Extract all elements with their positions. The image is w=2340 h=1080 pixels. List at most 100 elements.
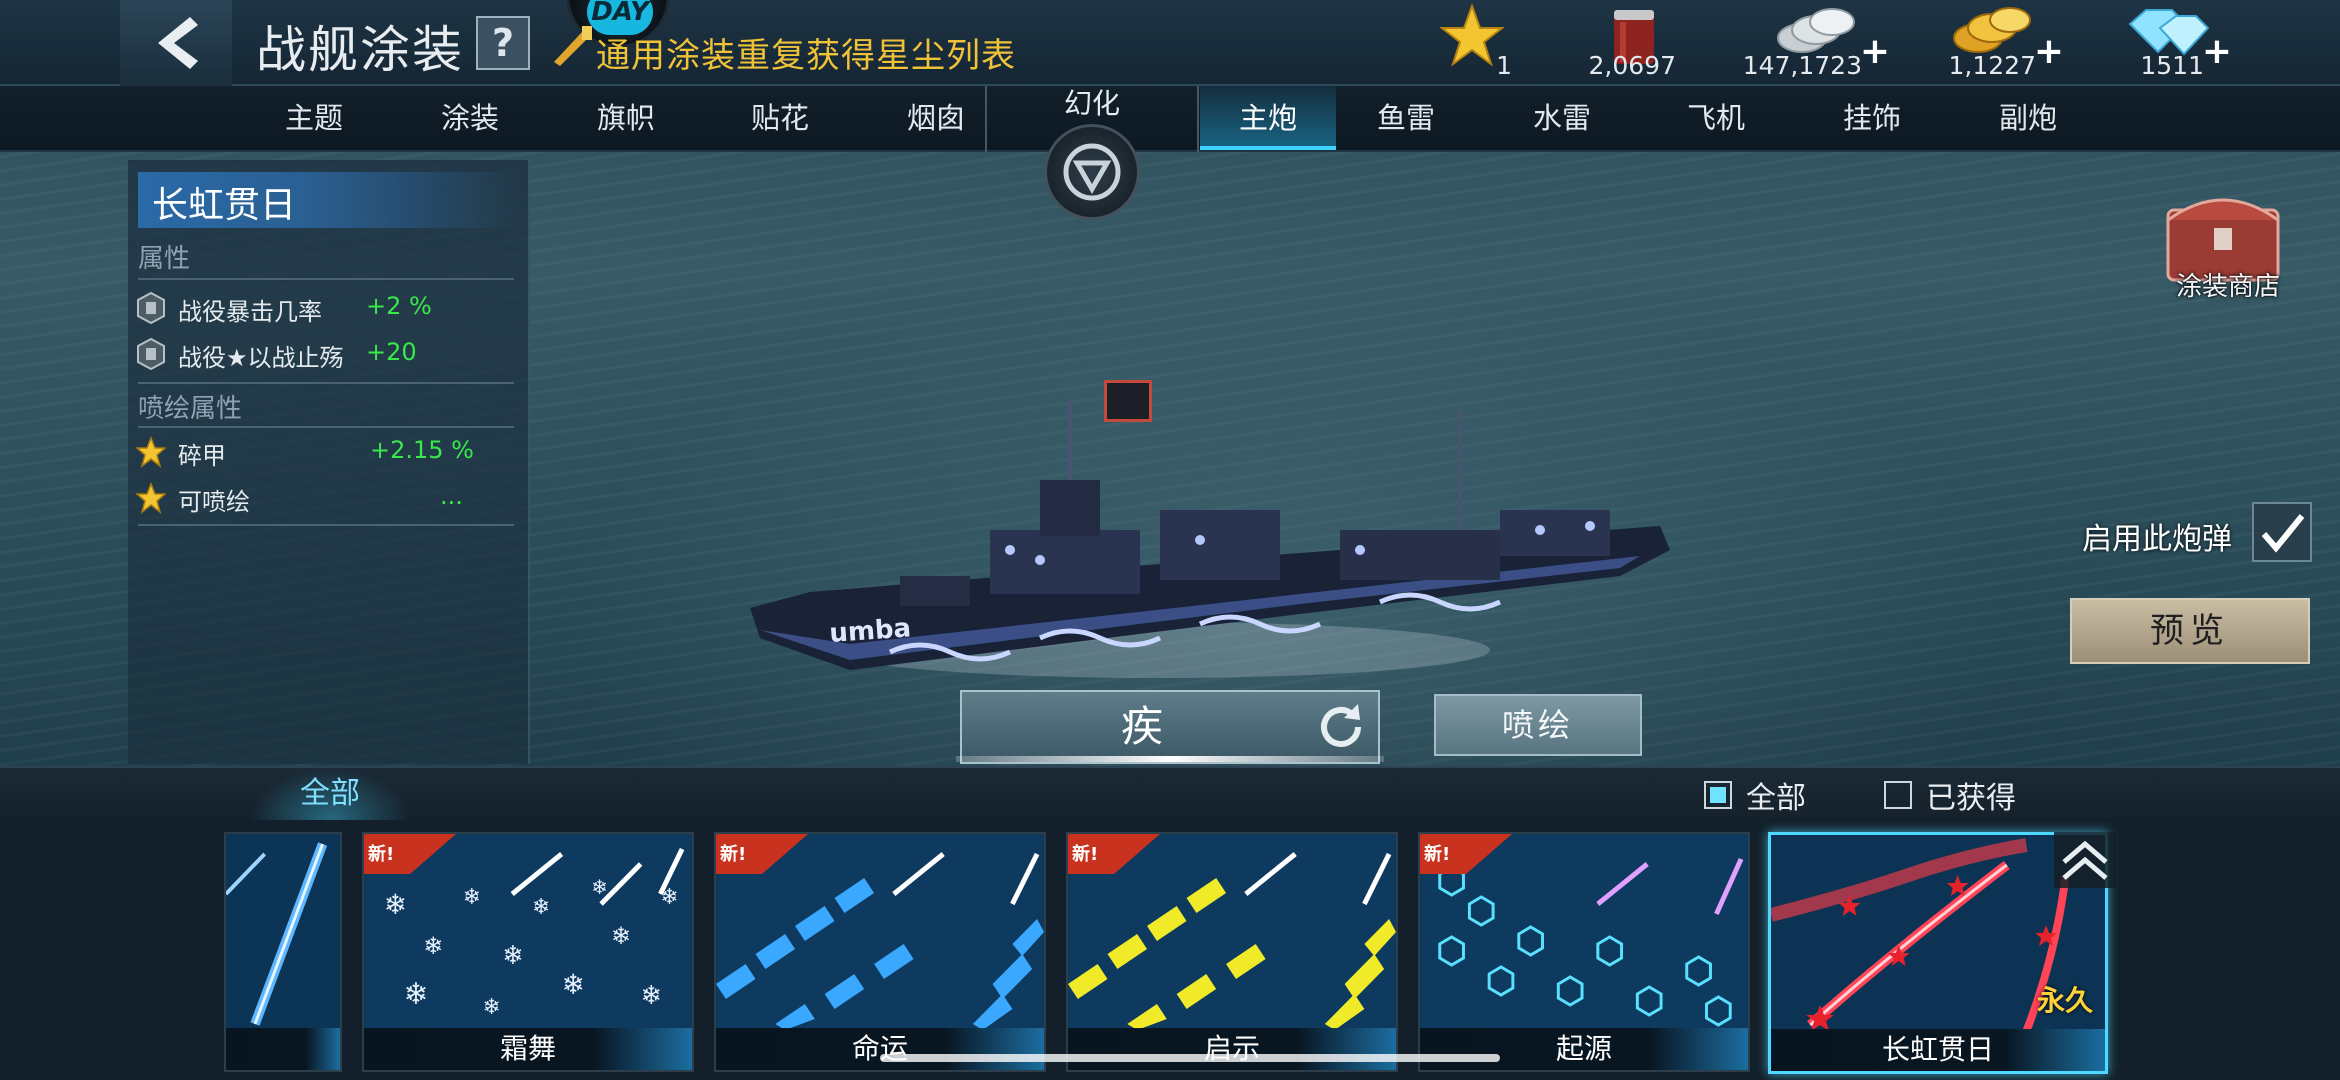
ammo-name: 疾 [1120,702,1163,751]
new-tag-text: 新! [1424,844,1451,865]
transform-button[interactable]: 幻化 [1030,84,1154,220]
filter-owned-checkbox[interactable] [1884,781,1912,809]
star-currency: 1 [1440,0,1512,86]
stardust-notice[interactable]: 通用涂装重复获得星尘列表 [552,26,1016,77]
tab-ornament[interactable]: 挂饰 [1802,86,1942,150]
ammo-panel-glow [956,756,1384,762]
svg-text:❄: ❄ [641,981,663,1011]
skin-card-list: ❄ ❄ ❄ ❄ ❄ ❄ ❄ ❄ ❄ ❄ ❄ ❄ 新! 霜舞 新! 命运 新! 启… [0,832,2340,1080]
svg-text:❄: ❄ [562,968,585,1001]
divider [138,426,514,428]
trumpet-icon [554,26,592,66]
filter-all-checkbox[interactable] [1704,781,1732,809]
preview-button[interactable]: 预览 [2070,598,2310,664]
skin-card[interactable]: 新! 命运 [714,832,1046,1072]
page-title: 战舰涂装 [256,21,464,79]
gold-add-button[interactable]: + [2034,31,2064,72]
stat-name: 碎甲 [178,442,226,470]
tab-paint[interactable]: 涂装 [400,86,540,150]
divider [138,382,514,384]
top-bar: 战舰涂装 ? DAY 通用涂装重复获得星尘列表 1 2,0697 147,172… [0,0,2340,86]
stat-value: +2 % [366,292,432,320]
filter-bar: 全部 全部 已获得 [0,766,2340,820]
skin-card[interactable]: ❄ ❄ ❄ ❄ ❄ ❄ ❄ ❄ ❄ ❄ ❄ ❄ 新! 霜舞 [362,832,694,1072]
skin-list-area: 全部 全部 已获得 ❄ ❄ ❄ ❄ ❄ ❄ ❄ ❄ ❄ ❄ ❄ ❄ 新! 霜舞 … [0,766,2340,1080]
home-indicator[interactable] [880,1054,1500,1062]
filter-owned-label: 已获得 [1926,781,2016,816]
diamond-add-button[interactable]: + [2202,31,2232,72]
tab-decal[interactable]: 贴花 [710,86,850,150]
gold-star-icon [136,482,166,514]
star-count: 1 [1496,51,1512,80]
stat-name: 战役暴击几率 [178,298,322,326]
refresh-icon[interactable] [1314,700,1368,754]
tab-torpedo[interactable]: 鱼雷 [1336,86,1476,150]
skin-card[interactable]: 新! 起源 [1418,832,1750,1072]
svg-text:❄: ❄ [591,876,608,899]
svg-text:❄: ❄ [404,977,429,1012]
tab-mine[interactable]: 水雷 [1492,86,1632,150]
skin-shop-label: 涂装商店 [2176,272,2281,302]
new-tag-text: 新! [720,844,747,865]
skin-card[interactable] [224,832,342,1072]
stat-value: +2.15 % [370,436,474,464]
skin-card[interactable]: 新! 启示 [1066,832,1398,1072]
attributes-heading: 属性 [138,244,191,274]
stat-value: +20 [366,338,417,366]
gold-star-icon [136,436,166,468]
tab-divider [985,86,987,152]
filter-owned-option[interactable]: 已获得 [1884,778,2016,816]
transform-label: 幻化 [1063,87,1120,120]
spray-paint-button[interactable]: 喷绘 [1434,694,1642,756]
skin-stats-panel: 长虹贯日 属性 战役暴击几率 +2 % 战役★以战止殇 +20 喷绘属性 碎甲 … [128,160,530,764]
star-icon [1440,4,1504,67]
double-chevron-up-icon [2062,840,2108,880]
spray-stat-row: 碎甲 +2.15 % [136,430,516,474]
game-screen: 战舰涂装 ? DAY 通用涂装重复获得星尘列表 1 2,0697 147,172… [0,0,2340,1080]
svg-text:❄: ❄ [483,995,501,1020]
tab-theme[interactable]: 主题 [244,86,384,150]
filter-all-label: 全部 [1746,781,1806,816]
tab-aircraft[interactable]: 飞机 [1646,86,1786,150]
gold-count: 1,1227 [1948,51,2036,80]
back-arrow-icon [158,17,198,69]
skin-card-label: 命运 [716,1028,1044,1070]
diamond-currency[interactable]: 1511 + [2120,0,2232,86]
skin-card-label: 长虹贯日 [1771,1029,2105,1071]
tab-divider [1197,86,1199,152]
back-button[interactable] [120,0,232,86]
gold-currency[interactable]: 1,1227 + [1948,0,2064,86]
paint-currency: 2,0697 [1586,0,1676,86]
filter-all-option[interactable]: 全部 [1704,778,1806,816]
silver-add-button[interactable]: + [1860,31,1890,72]
ammo-name-panel: 疾 [960,690,1380,764]
help-button[interactable]: ? [476,16,530,70]
category-tab-all[interactable]: 全部 [250,768,410,820]
new-tag-text: 新! [1072,844,1099,865]
blue-streak-art [226,834,340,1030]
collapse-list-button[interactable] [2054,832,2116,888]
enable-shell-checkbox[interactable] [2252,502,2312,562]
svg-text:❄: ❄ [423,932,443,960]
stat-name: 战役★以战止殇 [178,344,344,372]
warship-model[interactable]: umba [740,380,1680,700]
divider [138,278,514,280]
transform-icon [1063,143,1121,201]
paint-count: 2,0697 [1588,51,1676,80]
tab-flag[interactable]: 旗帜 [556,86,696,150]
new-tag-text: 新! [368,844,395,865]
svg-text:❄: ❄ [502,941,524,971]
stat-row: 战役★以战止殇 +20 [136,332,516,376]
checkmark-icon [2261,514,2305,553]
silver-currency[interactable]: 147,1723 + [1743,0,1890,86]
tab-secondary-gun[interactable]: 副炮 [1958,86,2098,150]
spray-attributes-heading: 喷绘属性 [138,394,243,424]
skin-card-label: 霜舞 [364,1028,692,1070]
tab-main-gun[interactable]: 主炮 [1200,86,1336,150]
diamond-count: 1511 [2140,51,2204,80]
stat-value: ... [440,482,463,510]
transform-emblem [1044,124,1140,220]
customization-tabs: 主题 涂装 旗帜 贴花 烟囱 主炮 鱼雷 水雷 飞机 挂饰 副炮 [0,86,2340,152]
enable-shell-label: 启用此炮弹 [2082,522,2232,557]
skin-card-label: 启示 [1068,1028,1396,1070]
